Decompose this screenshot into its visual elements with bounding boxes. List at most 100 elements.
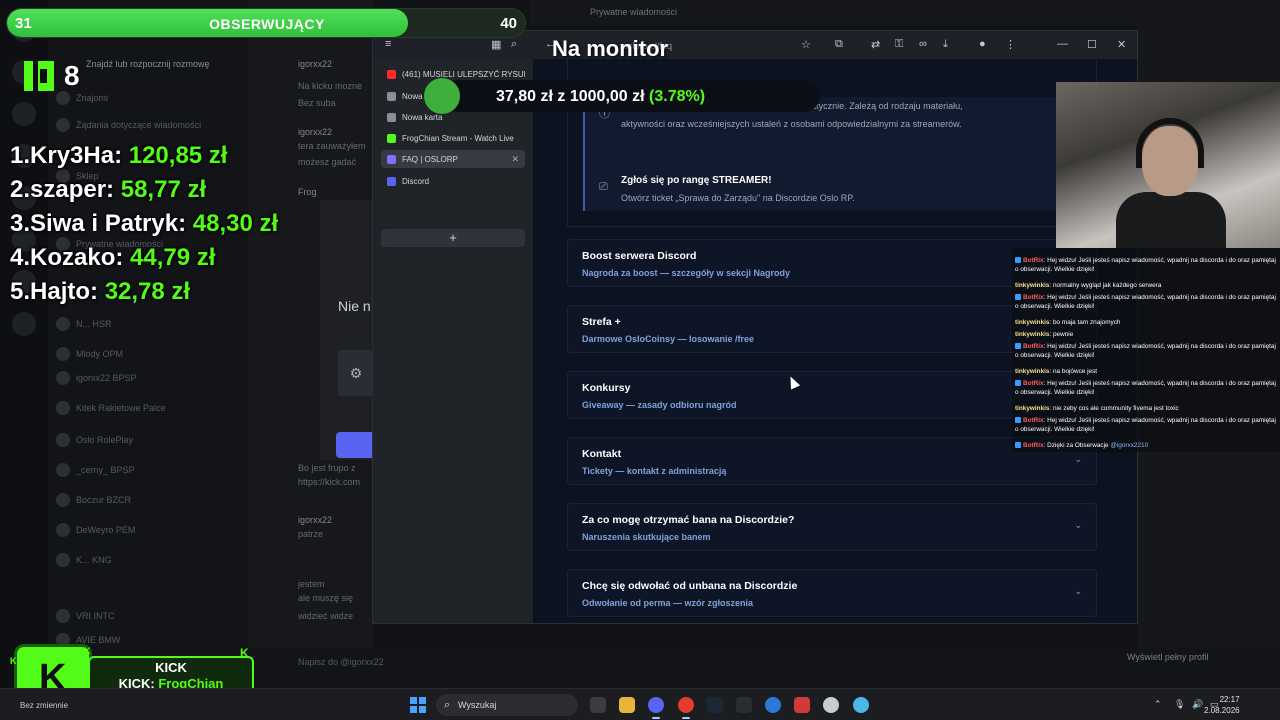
new-tab-button[interactable]: + — [381, 229, 525, 247]
dm-list-item[interactable]: Boczur BZCR — [56, 492, 131, 508]
kick-banner-line1: KICK — [155, 660, 187, 675]
message-input[interactable]: Napisz do @igorxx22 — [298, 657, 384, 667]
key-icon[interactable]: ⚿ — [895, 38, 903, 51]
download-icon[interactable]: ⤓ — [943, 38, 948, 51]
faq-item[interactable]: Chcę się odwołać od unbana na Discordzie… — [567, 569, 1097, 617]
dm-list-item[interactable]: Kitek Rakietowe Palce — [56, 400, 166, 416]
message-text: widzieć widze — [298, 611, 354, 621]
dm-list-item[interactable]: N... HSR — [56, 316, 112, 332]
dm-list-item[interactable]: Oslo RolePlay — [56, 432, 133, 448]
bookmark-star-icon[interactable]: ☆ — [801, 38, 811, 51]
maximize-icon[interactable]: ☐ — [1087, 38, 1097, 51]
chat-message: tinkywinkis: normalny wygląd jak każdego… — [1015, 281, 1277, 290]
donation-raised: 37,80 zł — [496, 88, 553, 105]
close-tab-icon[interactable]: ✕ — [511, 154, 519, 165]
chat-text: : nie zeby cos ale community fivema jest… — [1049, 405, 1179, 412]
dm-list-item[interactable]: igorxx22 BPSP — [56, 370, 137, 386]
faq-item[interactable]: Za co mogę otrzymać bana na Discordzie? N… — [567, 503, 1097, 551]
app-icon[interactable] — [794, 697, 810, 713]
discord-search-input[interactable]: Znajdź lub rozpocznij rozmowę — [56, 56, 240, 72]
favicon-icon — [387, 176, 396, 186]
settings-app-icon[interactable] — [823, 697, 839, 713]
favicon-icon — [387, 91, 396, 101]
server-icon[interactable] — [12, 312, 36, 336]
chat-username: tinkywinkis — [1015, 282, 1050, 289]
chat-message: BotRix: Hej widzu! Jeśli jesteś napisz w… — [1015, 256, 1277, 274]
file-explorer-icon[interactable] — [619, 697, 635, 713]
microphone-icon[interactable]: 🎙 — [1174, 699, 1185, 710]
menu-icon[interactable]: ≡ — [385, 38, 391, 50]
leaderboard-row: 2.szaper: 58,77 zł — [10, 176, 206, 204]
close-icon[interactable]: ✕ — [1117, 38, 1126, 51]
taskbar-search[interactable]: Wyszukaj — [436, 694, 578, 716]
link-icon[interactable]: ∞ — [919, 38, 927, 50]
chat-text: : normalny wygląd jak każdego serwera — [1049, 282, 1162, 289]
tab-label: FAQ | OSLORP — [402, 154, 458, 164]
browser-tab[interactable]: FrogChian Stream - Watch Live — [381, 129, 525, 147]
translate-icon[interactable]: ⇄ — [871, 38, 880, 51]
message-text: Na kicku mozne — [298, 81, 363, 91]
obs-app-icon[interactable] — [736, 697, 752, 713]
faq-item-title: Boost serwera Discord — [582, 250, 697, 262]
tray-chevron-icon[interactable]: ⌃ — [1154, 699, 1162, 710]
clock[interactable]: 22:17 2.08.2026 — [1204, 694, 1240, 716]
avatar — [56, 118, 70, 132]
tab-search-icon[interactable]: ⌕ — [511, 38, 517, 51]
faq-item-title: Konkursy — [582, 382, 631, 394]
chevron-down-icon[interactable]: ⌄ — [1074, 520, 1082, 531]
chevron-down-icon[interactable]: ⌄ — [1074, 586, 1082, 597]
browser-tab[interactable]: Discord — [381, 172, 525, 190]
weather-widget[interactable]: Bez zmiennie — [20, 701, 68, 710]
chat-message: BotRix: Hej widzu! Jeśli jesteś napisz w… — [1015, 293, 1277, 311]
server-icon[interactable] — [12, 102, 36, 126]
dm-list-item[interactable]: _cerny_ BPSP — [56, 462, 135, 478]
modal-primary-button[interactable] — [336, 432, 376, 458]
chat-username: tinkywinkis — [1015, 319, 1050, 326]
leaderboard-row: 4.Kozako: 44,79 zł — [10, 244, 215, 272]
more-icon[interactable]: ⋮ — [1005, 38, 1016, 51]
donation-percent: (3.78%) — [649, 88, 706, 105]
windows-start-icon[interactable] — [410, 697, 426, 713]
extensions-icon[interactable]: ⧉ — [835, 38, 843, 51]
tab-grid-icon[interactable]: ▦ — [491, 38, 501, 51]
discord-server-rail — [0, 0, 48, 688]
dm-list-item[interactable]: Mlody OPM — [56, 346, 123, 362]
app-icon[interactable] — [765, 697, 781, 713]
dm-item-label: _cerny_ BPSP — [76, 465, 135, 475]
chat-text: : Hej widzu! Jeśli jesteś napisz wiadomo… — [1015, 294, 1276, 310]
dm-list-item[interactable]: DeWeyro PEM — [56, 522, 135, 538]
message-author: igorxx22 — [298, 515, 333, 525]
message-text: https://kick.com — [298, 477, 361, 487]
speaker-icon[interactable]: 🔊 — [1192, 699, 1203, 710]
message-text: tera zauważyłem — [298, 141, 366, 151]
dm-item-label: Znajomi — [76, 93, 109, 103]
kick-logo-icon — [24, 61, 54, 91]
minimize-icon[interactable]: — — [1057, 38, 1068, 50]
dm-list-item[interactable]: Znajomi — [56, 90, 108, 106]
chevron-down-icon[interactable]: ⌄ — [1074, 454, 1082, 465]
bot-badge-icon — [1015, 294, 1021, 301]
avatar — [56, 401, 70, 415]
clock-date: 2.08.2026 — [1204, 706, 1240, 715]
avatar — [56, 523, 70, 537]
avatar — [56, 317, 70, 331]
profile-avatar-icon[interactable]: ● — [979, 38, 986, 50]
dm-list-item[interactable]: K... KNG — [56, 552, 112, 568]
streamer-rank-notice: ⎚ Zgłoś się po rangę STREAMER! Otwórz ti… — [583, 161, 1067, 211]
chat-message: BotRix: Hej widzu! Jeśli jesteś napisz w… — [1015, 379, 1277, 397]
app-icon[interactable] — [853, 697, 869, 713]
bot-badge-icon — [1015, 442, 1021, 449]
leaderboard-name: 1.Kry3Ha: — [10, 142, 123, 169]
task-view-icon[interactable] — [590, 697, 606, 713]
chrome-app-icon[interactable] — [678, 697, 694, 713]
dm-list-item[interactable]: Żądania dotyczące wiadomości — [56, 117, 201, 133]
gear-icon[interactable]: ⚙ — [338, 350, 374, 396]
view-full-profile-button[interactable]: Wyświetl pełny profil — [1127, 652, 1208, 662]
discord-app-icon[interactable] — [648, 697, 664, 713]
dm-list-item[interactable]: VRI INTC — [56, 608, 115, 624]
faq-item-subtitle: Giveaway — zasady odbioru nagród — [582, 400, 737, 410]
goal-target: 40 — [500, 15, 517, 32]
leaderboard-row: 3.Siwa i Patryk: 48,30 zł — [10, 210, 278, 238]
browser-tab[interactable]: FAQ | OSLORP ✕ — [381, 150, 525, 168]
steam-app-icon[interactable] — [707, 697, 723, 713]
